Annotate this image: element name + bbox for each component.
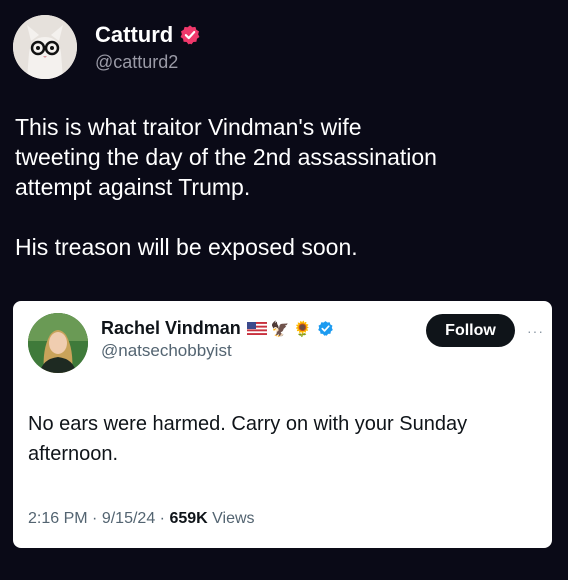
screenshot-root: Catturd @catturd2 This is what traitor V… — [0, 0, 568, 580]
rachel-vindman-avatar[interactable] — [28, 313, 88, 373]
verified-badge-icon — [318, 321, 333, 336]
post-author: Catturd @catturd2 — [95, 22, 201, 73]
follow-button[interactable]: Follow — [426, 314, 515, 347]
us-flag-icon — [246, 322, 267, 335]
meta-separator: · — [159, 510, 165, 527]
author-handle[interactable]: @catturd2 — [95, 52, 201, 73]
verified-badge-icon — [180, 24, 200, 44]
post-text-line: tweeting the day of the 2nd assassinatio… — [15, 144, 437, 170]
quoted-author-handle[interactable]: @natsechobbyist — [101, 341, 334, 361]
post-text-line: This is what traitor Vindman's wife — [15, 114, 362, 140]
catturd-avatar[interactable] — [13, 15, 77, 79]
author-name-row: Catturd — [95, 22, 201, 48]
sunflower-icon: 🌻 — [293, 319, 313, 338]
views-count: 659K — [169, 510, 208, 527]
post-text-line: His treason will be exposed soon. — [15, 234, 358, 260]
author-name[interactable]: Catturd — [95, 22, 173, 48]
quoted-tweet-text: No ears were harmed. Carry on with your … — [28, 413, 468, 465]
more-options-icon[interactable]: ··· — [527, 323, 544, 339]
tweet-time[interactable]: 2:16 PM — [28, 510, 88, 527]
post-text: This is what traitor Vindman's wife twee… — [15, 112, 555, 262]
quoted-author-name[interactable]: Rachel Vindman — [101, 318, 241, 339]
eagle-icon: 🦅 — [270, 319, 290, 338]
quoted-tweet-card[interactable]: Rachel Vindman 🦅 🌻 @natsechobbyist Follo… — [13, 301, 552, 548]
cat-avatar-icon — [13, 15, 77, 79]
quoted-author-name-row: Rachel Vindman 🦅 🌻 — [101, 318, 334, 339]
post-header: Catturd @catturd2 — [13, 15, 201, 79]
views-label: Views — [212, 510, 255, 527]
quoted-tweet-meta: 2:16 PM · 9/15/24 · 659K Views — [28, 510, 255, 528]
profile-photo-icon — [28, 313, 88, 373]
quoted-author: Rachel Vindman 🦅 🌻 @natsechobbyist — [101, 318, 334, 361]
meta-separator: · — [92, 510, 98, 527]
tweet-date[interactable]: 9/15/24 — [102, 510, 155, 527]
post-text-line: attempt against Trump. — [15, 174, 251, 200]
